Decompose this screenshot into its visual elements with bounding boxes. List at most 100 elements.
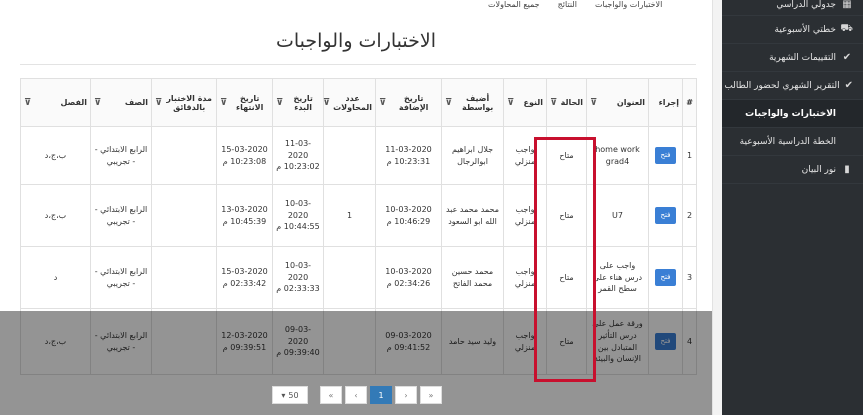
table-cell: محمد محمد عبد الله ابو السعود xyxy=(441,184,504,247)
column-header-inner: تاريخ الإضافة ⊽ xyxy=(379,94,438,112)
sidebar-item[interactable]: ✔ التقرير الشهري لحضور الطالب xyxy=(722,72,863,100)
cell-text: 10-03-2020 02:34:26 م xyxy=(385,266,432,288)
assignments-table: # إجراء العنوان ⊽ الحالة ⊽ النوع ⊽ أضيف بواسطة ⊽ ت… xyxy=(20,78,697,375)
column-header-label: عدد المحاولات xyxy=(333,93,372,112)
table-cell xyxy=(323,308,376,375)
table-cell: 1 xyxy=(323,184,376,247)
column-header-label: الحالة xyxy=(560,98,583,107)
filter-icon[interactable]: ⊽ xyxy=(24,98,31,108)
filter-icon[interactable]: ⊽ xyxy=(507,98,514,108)
sidebar-item[interactable]: ⛟ خطتي الأسبوعية xyxy=(722,16,863,44)
table-cell: واجب منزلي xyxy=(503,126,547,185)
sidebar-item-label: جدولي الدراسي xyxy=(776,0,836,10)
sidebar: ▦ جدولي الدراسي ⛟ خطتي الأسبوعية ✔ التقييمات … xyxy=(722,0,863,415)
tab-tests-homework[interactable]: الاختبارات والواجبات xyxy=(595,0,662,14)
table-cell: د xyxy=(20,246,91,309)
cell-text: الرابع الابتدائي -- تجريبي xyxy=(94,204,148,226)
column-header: أضيف بواسطة ⊽ xyxy=(441,78,504,127)
cell-text: متاح xyxy=(559,272,574,282)
sidebar-item[interactable]: ▦ جدولي الدراسي xyxy=(722,0,863,16)
cell-text: home work grad4 xyxy=(595,144,640,166)
column-header: عدد المحاولات ⊽ xyxy=(323,78,376,127)
table-cell: 15-03-2020 02:33:42 م xyxy=(216,246,273,309)
filter-icon[interactable]: ⊽ xyxy=(220,98,227,108)
cell-text: 1 xyxy=(686,150,693,160)
cell-text: متاح xyxy=(559,336,574,346)
table-cell: 3 xyxy=(682,246,697,309)
column-header: الصف ⊽ xyxy=(90,78,152,127)
table-row: 4 فتح ورقة عمل على درس التأثير المتبادل بي… xyxy=(20,308,697,375)
sidebar-item-label: خطتي الأسبوعية xyxy=(774,24,836,35)
cell-text: الرابع الابتدائي -- تجريبي xyxy=(94,330,148,352)
tab-all-attempts[interactable]: جميع المحاولات xyxy=(488,0,540,14)
filter-icon[interactable]: ⊽ xyxy=(323,98,330,108)
filter-icon[interactable]: ⊽ xyxy=(94,98,101,108)
cell-text: ب،ج،د xyxy=(44,150,67,160)
page-button[interactable]: › xyxy=(395,386,417,404)
page-size-select[interactable]: ▾ 50 xyxy=(272,386,308,404)
column-header-inner: الحالة ⊽ xyxy=(550,98,583,108)
column-header-label: أضيف بواسطة xyxy=(462,93,494,112)
table-cell: 10-03-2020 10:44:55 م xyxy=(272,184,324,247)
column-header-label: النوع xyxy=(523,98,544,107)
table-cell: واجب منزلي xyxy=(503,184,547,247)
open-button[interactable]: فتح xyxy=(654,333,677,350)
column-header-label: الصف xyxy=(124,98,148,107)
table-cell: 4 xyxy=(682,308,697,375)
cell-text: 10-03-2020 02:33:33 م xyxy=(276,261,320,294)
column-header-label: تاريخ البدء xyxy=(293,93,313,112)
tab-results[interactable]: النتائج xyxy=(558,0,577,14)
sidebar-item[interactable]: الاختبارات والواجبات xyxy=(722,100,863,128)
cell-text: واجب منزلي xyxy=(514,204,536,226)
open-button[interactable]: فتح xyxy=(654,147,677,164)
open-button[interactable]: فتح xyxy=(654,269,677,286)
filter-icon[interactable]: ⊽ xyxy=(379,98,386,108)
table-cell: فتح xyxy=(648,126,683,185)
cell-text: د xyxy=(53,272,58,282)
column-header: تاريخ البدء ⊽ xyxy=(272,78,324,127)
table-body: 1 فتح home work grad4 متاح واجب منزلي جلال اب… xyxy=(20,126,697,375)
filter-icon[interactable]: ⊽ xyxy=(276,98,283,108)
sidebar-item[interactable]: ✔ التقييمات الشهرية xyxy=(722,44,863,72)
table-cell: 10-03-2020 02:33:33 م xyxy=(272,246,324,309)
column-header-inner: العنوان ⊽ xyxy=(590,98,645,108)
cell-text: 1 xyxy=(346,210,353,220)
column-header-inner: مدة الاختبار بالدقائق ⊽ xyxy=(155,94,213,112)
page-button[interactable]: ‹ xyxy=(345,386,367,404)
table-cell: 09-03-2020 09:39:40 م xyxy=(272,308,324,375)
page-button[interactable]: 1 xyxy=(370,386,392,404)
cell-text: 12-03-2020 09:39:51 م xyxy=(221,330,268,352)
column-header-label: تاريخ الإضافة xyxy=(398,93,429,112)
vertical-scrollbar[interactable] xyxy=(712,0,722,415)
cell-text: 09-03-2020 09:41:52 م xyxy=(385,330,432,352)
table-cell: واجب منزلي xyxy=(503,246,547,309)
cell-text: 3 xyxy=(686,272,693,282)
filter-icon[interactable]: ⊽ xyxy=(445,98,452,108)
sidebar-item[interactable]: ▮ نور البيان xyxy=(722,156,863,184)
filter-icon[interactable]: ⊽ xyxy=(590,98,597,108)
filter-icon[interactable]: ⊽ xyxy=(155,98,162,108)
column-header-inner: النوع ⊽ xyxy=(507,98,543,108)
sidebar-item[interactable]: الخطة الدراسية الأسبوعية xyxy=(722,128,863,156)
cell-text: 4 xyxy=(686,336,693,346)
page-size-value: 50 xyxy=(288,390,299,400)
table-header-row: # إجراء العنوان ⊽ الحالة ⊽ النوع ⊽ أضيف بواسطة ⊽ ت… xyxy=(20,78,697,127)
table-cell: متاح xyxy=(546,126,587,185)
column-header-label: # xyxy=(686,98,693,107)
table-cell: الرابع الابتدائي -- تجريبي xyxy=(90,184,152,247)
column-header: الفصل ⊽ xyxy=(20,78,91,127)
column-header-inner: الصف ⊽ xyxy=(94,98,148,108)
page-button[interactable]: « xyxy=(320,386,342,404)
cell-text: 13-03-2020 10:45:39 م xyxy=(221,204,268,226)
column-header-inner: الفصل ⊽ xyxy=(24,98,87,108)
filter-icon[interactable]: ⊽ xyxy=(550,98,557,108)
table-row: 1 فتح home work grad4 متاح واجب منزلي جلال اب… xyxy=(20,126,697,185)
table-cell: ب،ج،د xyxy=(20,184,91,247)
page-button[interactable]: » xyxy=(420,386,442,404)
open-button[interactable]: فتح xyxy=(654,207,677,224)
column-header-inner: # xyxy=(686,98,693,107)
table-cell: U7 xyxy=(586,184,649,247)
table-cell: ورقة عمل على درس التأثير المتبادل بين ال… xyxy=(586,308,649,375)
cell-text: واجب على درس هناء على سطح القمر xyxy=(592,261,643,294)
column-header-label: تاريخ الانتهاء xyxy=(235,93,264,112)
